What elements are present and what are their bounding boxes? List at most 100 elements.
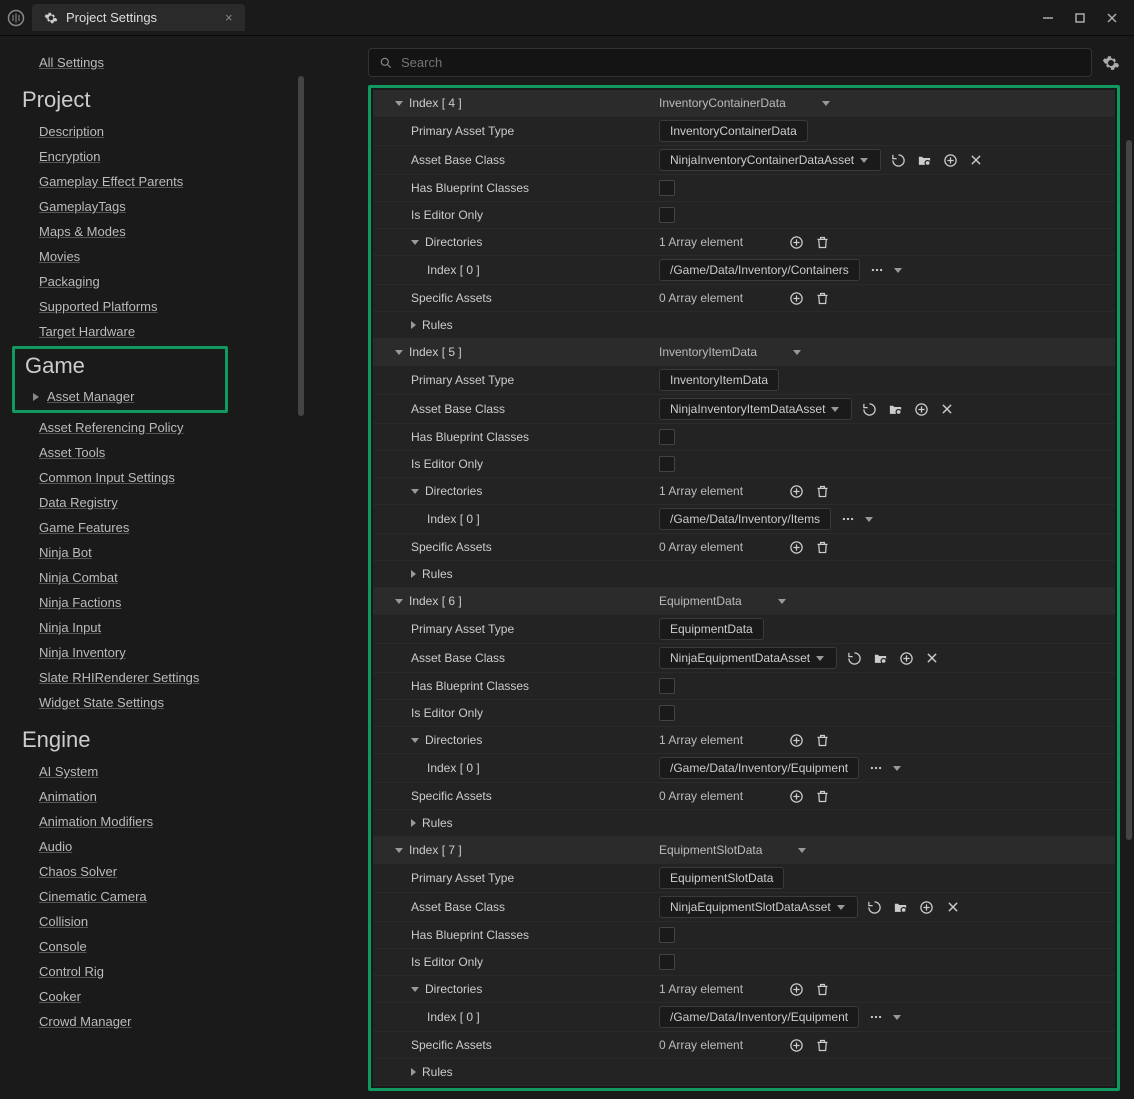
trash-icon[interactable] — [813, 482, 831, 500]
checkbox[interactable] — [659, 927, 675, 943]
browse-icon[interactable] — [892, 898, 910, 916]
sidebar-item-target-hardware[interactable]: Target Hardware — [4, 319, 308, 344]
row-rules[interactable]: Rules — [373, 810, 1115, 837]
ellipsis-icon[interactable] — [839, 510, 857, 528]
chevron-down-icon[interactable] — [894, 268, 902, 273]
clear-icon[interactable] — [944, 898, 962, 916]
trash-icon[interactable] — [813, 233, 831, 251]
checkbox[interactable] — [659, 678, 675, 694]
trash-icon[interactable] — [813, 538, 831, 556]
sidebar-item-ninja-input[interactable]: Ninja Input — [4, 615, 308, 640]
scrollbar[interactable] — [1126, 140, 1132, 840]
browse-icon[interactable] — [886, 400, 904, 418]
add-icon[interactable] — [787, 289, 805, 307]
close-icon[interactable]: × — [225, 10, 233, 25]
sidebar-item-packaging[interactable]: Packaging — [4, 269, 308, 294]
close-window-button[interactable] — [1106, 12, 1118, 24]
directory-path[interactable]: /Game/Data/Inventory/Containers — [659, 259, 860, 281]
sidebar-item-movies[interactable]: Movies — [4, 244, 308, 269]
sidebar-item-asset-manager[interactable]: Asset Manager — [15, 385, 225, 406]
search-field[interactable] — [401, 55, 1081, 70]
add-icon[interactable] — [912, 400, 930, 418]
sidebar-item-asset-tools[interactable]: Asset Tools — [4, 440, 308, 465]
entry-header[interactable]: Index [ 4 ] InventoryContainerData — [373, 90, 1115, 117]
sidebar-item-slate-rhirenderer[interactable]: Slate RHIRenderer Settings — [4, 665, 308, 690]
sidebar-item-cinematic-camera[interactable]: Cinematic Camera — [4, 884, 308, 909]
trash-icon[interactable] — [813, 1036, 831, 1054]
primary-asset-type-value[interactable]: InventoryContainerData — [659, 120, 808, 142]
clear-icon[interactable] — [923, 649, 941, 667]
sidebar-item-description[interactable]: Description — [4, 119, 308, 144]
add-icon[interactable] — [897, 649, 915, 667]
entry-header[interactable]: Index [ 6 ] EquipmentData — [373, 588, 1115, 615]
primary-asset-type-value[interactable]: EquipmentSlotData — [659, 867, 784, 889]
trash-icon[interactable] — [813, 289, 831, 307]
chevron-down-icon[interactable] — [395, 848, 403, 853]
chevron-right-icon[interactable] — [411, 321, 416, 329]
tab-project-settings[interactable]: Project Settings × — [32, 4, 245, 31]
ellipsis-icon[interactable] — [867, 1008, 885, 1026]
minimize-button[interactable] — [1042, 12, 1054, 24]
clear-icon[interactable] — [967, 151, 985, 169]
row-rules[interactable]: Rules — [373, 561, 1115, 588]
add-icon[interactable] — [787, 787, 805, 805]
sidebar-item-gameplaytags[interactable]: GameplayTags — [4, 194, 308, 219]
add-icon[interactable] — [941, 151, 959, 169]
chevron-down-icon[interactable] — [822, 101, 830, 106]
sidebar-all-settings[interactable]: All Settings — [4, 50, 308, 75]
add-icon[interactable] — [787, 482, 805, 500]
sidebar-item-animation-modifiers[interactable]: Animation Modifiers — [4, 809, 308, 834]
sidebar-item-supported-platforms[interactable]: Supported Platforms — [4, 294, 308, 319]
sidebar-item-game-features[interactable]: Game Features — [4, 515, 308, 540]
chevron-down-icon[interactable] — [793, 350, 801, 355]
chevron-right-icon[interactable] — [411, 1068, 416, 1076]
checkbox[interactable] — [659, 954, 675, 970]
sidebar-item-collision[interactable]: Collision — [4, 909, 308, 934]
asset-base-class-dropdown[interactable]: NinjaInventoryItemDataAsset — [659, 398, 852, 420]
sidebar-item-ninja-factions[interactable]: Ninja Factions — [4, 590, 308, 615]
checkbox[interactable] — [659, 207, 675, 223]
sidebar-item-widget-state-settings[interactable]: Widget State Settings — [4, 690, 308, 715]
add-icon[interactable] — [787, 980, 805, 998]
ellipsis-icon[interactable] — [868, 261, 886, 279]
row-rules[interactable]: Rules — [373, 1059, 1115, 1086]
sidebar-item-gameplay-effect-parents[interactable]: Gameplay Effect Parents — [4, 169, 308, 194]
chevron-down-icon[interactable] — [865, 517, 873, 522]
chevron-down-icon[interactable] — [798, 848, 806, 853]
sidebar-item-ninja-combat[interactable]: Ninja Combat — [4, 565, 308, 590]
chevron-down-icon[interactable] — [411, 738, 419, 743]
sidebar-item-control-rig[interactable]: Control Rig — [4, 959, 308, 984]
chevron-down-icon[interactable] — [893, 766, 901, 771]
sidebar-item-data-registry[interactable]: Data Registry — [4, 490, 308, 515]
browse-icon[interactable] — [871, 649, 889, 667]
chevron-down-icon[interactable] — [411, 240, 419, 245]
chevron-down-icon[interactable] — [395, 599, 403, 604]
add-icon[interactable] — [787, 1036, 805, 1054]
sidebar-item-encryption[interactable]: Encryption — [4, 144, 308, 169]
maximize-button[interactable] — [1074, 12, 1086, 24]
checkbox[interactable] — [659, 456, 675, 472]
entry-header[interactable]: Index [ 5 ] InventoryItemData — [373, 339, 1115, 366]
asset-base-class-dropdown[interactable]: NinjaInventoryContainerDataAsset — [659, 149, 881, 171]
sidebar-item-chaos-solver[interactable]: Chaos Solver — [4, 859, 308, 884]
reset-icon[interactable] — [860, 400, 878, 418]
scrollbar[interactable] — [298, 76, 304, 416]
settings-gear-icon[interactable] — [1102, 54, 1120, 72]
checkbox[interactable] — [659, 705, 675, 721]
chevron-right-icon[interactable] — [411, 819, 416, 827]
add-icon[interactable] — [787, 233, 805, 251]
chevron-down-icon[interactable] — [893, 1015, 901, 1020]
sidebar-item-maps-modes[interactable]: Maps & Modes — [4, 219, 308, 244]
sidebar-item-animation[interactable]: Animation — [4, 784, 308, 809]
search-input[interactable] — [368, 48, 1092, 77]
directory-path[interactable]: /Game/Data/Inventory/Items — [659, 508, 831, 530]
add-icon[interactable] — [787, 731, 805, 749]
sidebar-item-crowd-manager[interactable]: Crowd Manager — [4, 1009, 308, 1034]
add-icon[interactable] — [787, 538, 805, 556]
chevron-down-icon[interactable] — [411, 987, 419, 992]
sidebar-item-common-input-settings[interactable]: Common Input Settings — [4, 465, 308, 490]
sidebar-item-asset-referencing-policy[interactable]: Asset Referencing Policy — [4, 415, 308, 440]
checkbox[interactable] — [659, 180, 675, 196]
trash-icon[interactable] — [813, 787, 831, 805]
trash-icon[interactable] — [813, 731, 831, 749]
